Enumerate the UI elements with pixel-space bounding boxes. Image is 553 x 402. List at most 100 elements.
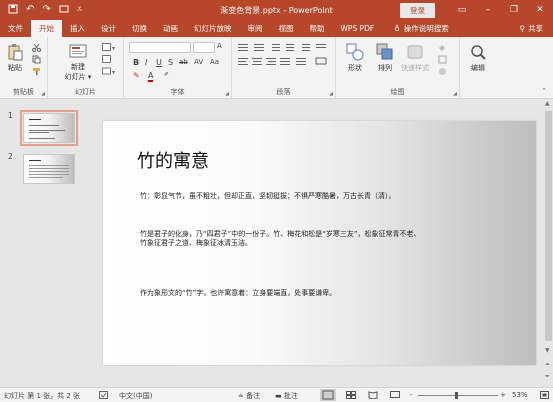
save-icon[interactable]: [8, 4, 18, 17]
slide-canvas[interactable]: 竹的寓意 竹：彰显气节，虽不粗壮，但却正直，坚韧挺拔；不惧严寒酷暑，万古长青（清…: [103, 121, 536, 365]
paragraph-controls-icons[interactable]: [238, 43, 330, 83]
arrange-button[interactable]: 排列: [372, 43, 398, 73]
copy-icon[interactable]: [32, 55, 41, 64]
tab-view[interactable]: 视图: [271, 20, 302, 37]
drawing-launcher-icon[interactable]: ◢: [453, 91, 457, 97]
redo-icon[interactable]: ↷: [42, 5, 50, 15]
prev-slide-icon[interactable]: ⏶: [545, 361, 550, 369]
font-group-label: 字体: [170, 88, 185, 96]
quick-styles-button[interactable]: 快速样式: [398, 43, 432, 73]
restore-icon[interactable]: ❐: [501, 5, 527, 15]
section-icon[interactable]: ▾: [102, 67, 116, 76]
person-icon: ⚲: [519, 24, 526, 33]
comments-button[interactable]: ▬ 批注: [275, 391, 298, 401]
zoom-out-button[interactable]: -: [410, 391, 413, 399]
slide-thumbnail-2[interactable]: [23, 154, 75, 184]
tab-file[interactable]: 文件: [0, 20, 31, 37]
scrollbar-thumb[interactable]: [545, 111, 552, 341]
slide-sorter-icon[interactable]: [346, 391, 356, 401]
tab-design[interactable]: 设计: [93, 20, 124, 37]
zoom-in-button[interactable]: +: [500, 391, 506, 399]
tab-home[interactable]: 开始: [31, 20, 62, 37]
clipboard-group: 粘贴 剪贴板 ◢: [0, 37, 48, 99]
thumbnail-number-2: 2: [8, 152, 13, 161]
tab-transitions[interactable]: 切换: [124, 20, 155, 37]
fit-to-window-icon[interactable]: [540, 391, 549, 401]
svg-text:▾: ▾: [112, 69, 115, 76]
slide-paragraph-1[interactable]: 竹：彰显气节，虽不粗壮，但却正直，坚韧挺拔；不惧严寒酷暑，万古长青（清）。: [140, 192, 396, 201]
zoom-slider[interactable]: [418, 395, 498, 396]
highlight-button[interactable]: ✎: [133, 71, 140, 80]
tab-slideshow[interactable]: 幻灯片放映: [186, 20, 240, 37]
customize-icon[interactable]: ⩡: [77, 5, 83, 15]
slideshow-icon[interactable]: [390, 391, 400, 401]
zoom-slider-knob[interactable]: [455, 392, 458, 399]
paste-icon: [8, 44, 23, 61]
undo-icon[interactable]: ↶: [26, 5, 34, 15]
font-name-dropdown[interactable]: [129, 42, 191, 53]
present-icon[interactable]: [59, 4, 69, 17]
scroll-down-icon[interactable]: ▼: [545, 347, 550, 354]
new-slide-icon: [69, 44, 87, 58]
edit-button[interactable]: 编辑: [464, 43, 492, 73]
notes-label: 备注: [246, 392, 261, 400]
slide-paragraph-2a[interactable]: 竹是君子的化身，乃“四君子”中的一份子。竹、梅花和松是“岁寒三友”，松象征常青不…: [140, 230, 421, 239]
tab-wps-pdf[interactable]: WPS PDF: [333, 20, 383, 37]
underline-button[interactable]: U: [156, 58, 162, 67]
font-color-button[interactable]: A: [148, 71, 154, 82]
normal-view-button[interactable]: [320, 389, 336, 401]
drawing-group: 形状 排列 快速样式 绘图 ◢: [336, 37, 460, 99]
notes-button[interactable]: ≐ 备注: [238, 391, 260, 401]
paste-button[interactable]: 粘贴: [4, 43, 26, 73]
strikethrough-button[interactable]: ab: [179, 58, 188, 66]
font-launcher-icon[interactable]: ◢: [225, 91, 229, 97]
change-case-button[interactable]: Aa: [210, 58, 219, 66]
new-slide-button[interactable]: 新建 幻灯片 ▾: [60, 42, 96, 82]
ribbon-options-icon[interactable]: ▭: [449, 5, 475, 15]
comments-label: 批注: [283, 392, 298, 400]
slide-thumbnails-pane: 1 2: [0, 99, 93, 387]
shadow-button[interactable]: S: [168, 58, 173, 67]
paragraph-group: 段落 ◢: [232, 37, 336, 99]
slide-paragraph-2b[interactable]: 竹象征君子之道、梅象征冰清玉洁。: [140, 239, 252, 248]
new-slide-label-1: 新建: [71, 63, 85, 71]
grow-font-icon[interactable]: A: [217, 42, 222, 50]
share-button[interactable]: ⚲ 共享: [520, 20, 553, 37]
shape-effects-icon[interactable]: [438, 67, 447, 76]
paragraph-launcher-icon[interactable]: ◢: [329, 91, 333, 97]
format-painter-icon[interactable]: [32, 67, 41, 76]
close-icon[interactable]: ✕: [527, 5, 553, 15]
font-size-dropdown[interactable]: [193, 42, 215, 53]
collapse-ribbon-icon[interactable]: ⌃: [541, 87, 547, 95]
vertical-scrollbar[interactable]: ▲ ▼ ⏶ ⏷: [544, 99, 553, 387]
tab-help[interactable]: 帮助: [302, 20, 333, 37]
shape-fill-icon[interactable]: [438, 43, 447, 52]
reading-view-icon[interactable]: [368, 391, 378, 401]
clipboard-launcher-icon[interactable]: ◢: [41, 91, 45, 97]
shape-outline-icon[interactable]: [438, 55, 447, 64]
layout-icon[interactable]: ▾: [102, 43, 116, 52]
shapes-button[interactable]: 形状: [342, 43, 368, 73]
reset-icon[interactable]: [102, 55, 111, 64]
thumbnail-number-1: 1: [8, 111, 13, 120]
slide-thumbnail-1[interactable]: [20, 110, 78, 146]
clear-format-icon[interactable]: ✐: [164, 71, 169, 78]
language-status[interactable]: 中文(中国): [119, 391, 152, 401]
italic-button[interactable]: I: [145, 58, 147, 67]
zoom-level[interactable]: 53%: [512, 391, 528, 399]
slide-title[interactable]: 竹的寓意: [137, 147, 209, 173]
cut-icon[interactable]: [32, 43, 41, 52]
char-spacing-button[interactable]: AV: [194, 58, 203, 66]
next-slide-icon[interactable]: ⏷: [545, 373, 550, 381]
login-button[interactable]: 登录: [400, 2, 435, 18]
bold-button[interactable]: B: [133, 58, 139, 67]
slide-paragraph-3[interactable]: 作为象形文的“竹”字，也许寓意着：立身要端直，处事要谦卑。: [140, 289, 336, 298]
tab-review[interactable]: 审阅: [240, 20, 271, 37]
tab-animations[interactable]: 动画: [155, 20, 186, 37]
scroll-up-icon[interactable]: ▲: [545, 100, 550, 107]
accessibility-icon[interactable]: [99, 391, 108, 401]
minimize-icon[interactable]: –: [475, 5, 501, 15]
slide-count: 幻灯片 第 1 张，共 2 张: [4, 392, 81, 400]
tab-insert[interactable]: 插入: [62, 20, 93, 37]
tell-me-search[interactable]: ♁ 操作说明搜索: [382, 20, 449, 37]
